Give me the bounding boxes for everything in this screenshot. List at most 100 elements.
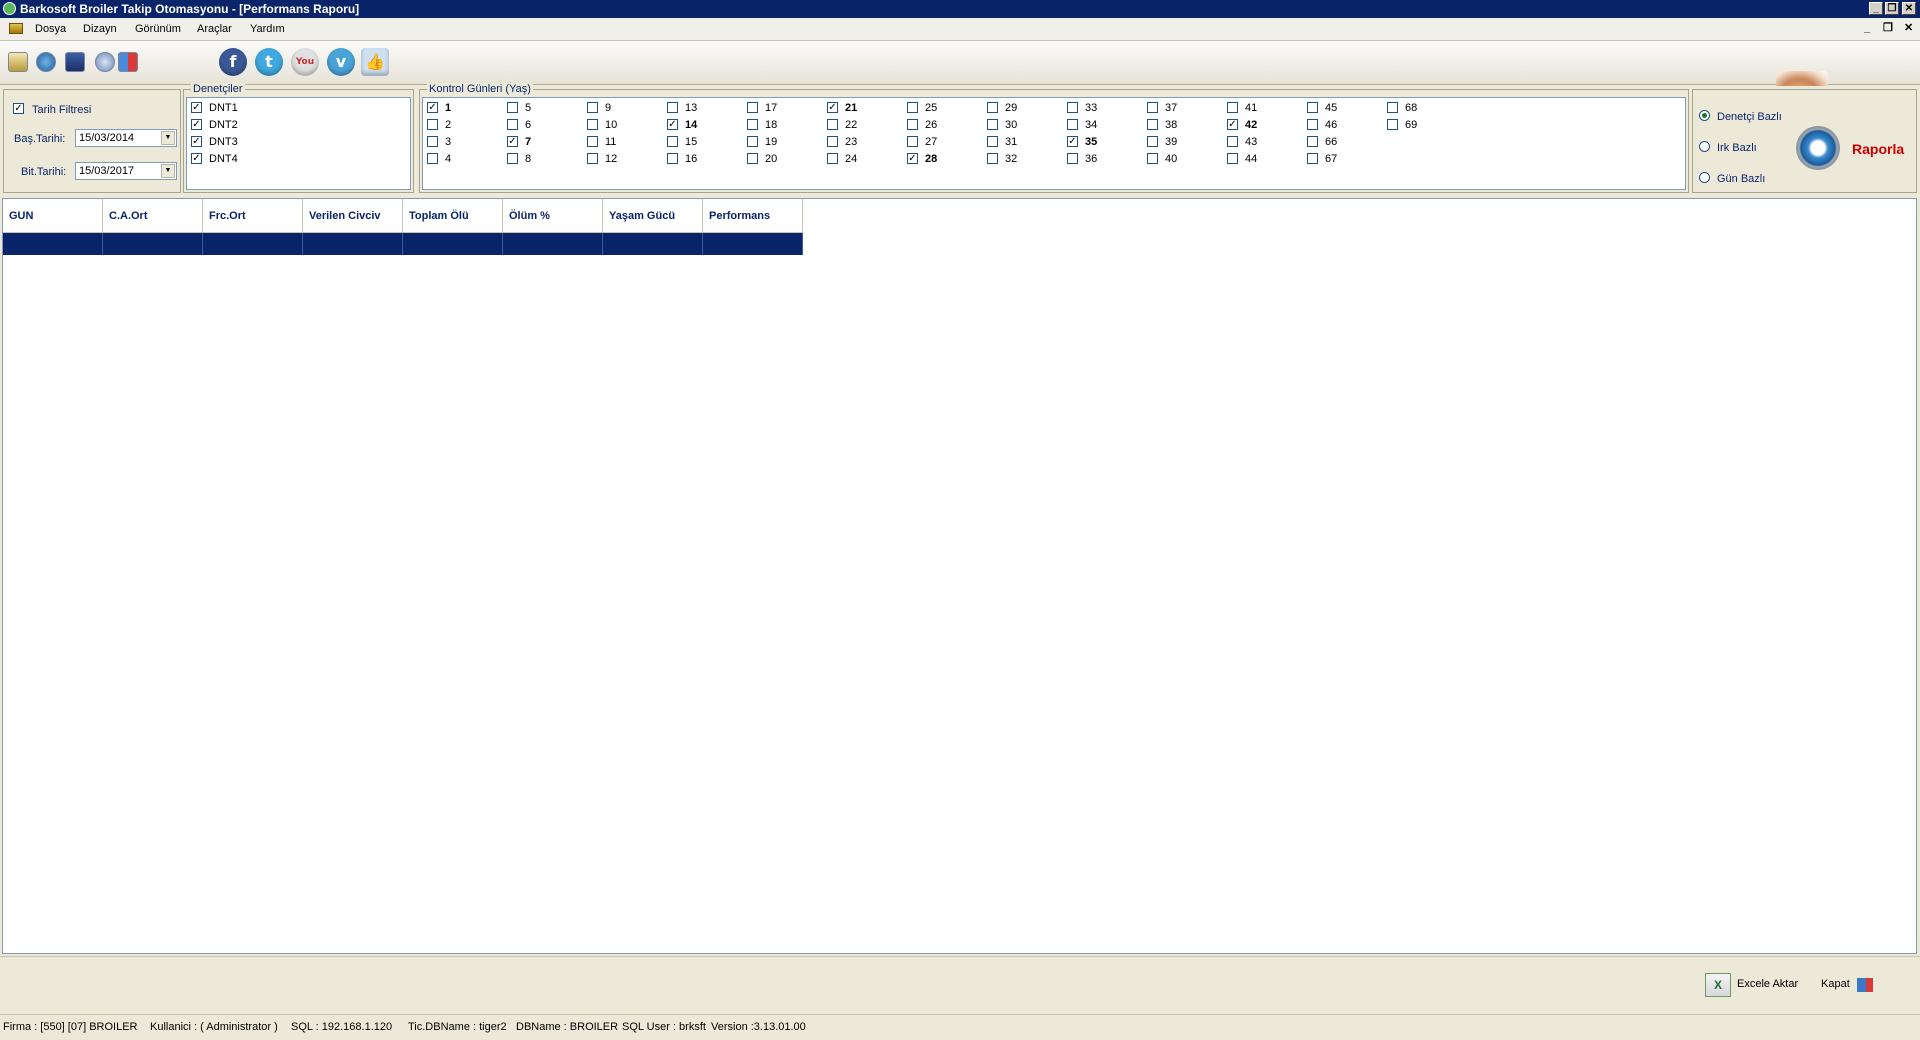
day-checkbox[interactable]: [907, 136, 918, 147]
day-checkbox[interactable]: [587, 119, 598, 130]
close-button[interactable]: ✕: [1902, 2, 1916, 15]
inspector-checkbox[interactable]: ✓: [191, 153, 202, 164]
day-checkbox[interactable]: ✓: [427, 102, 438, 113]
day-checkbox[interactable]: [1227, 102, 1238, 113]
selected-row-cell[interactable]: [103, 233, 203, 255]
column-header[interactable]: Ölüm %: [503, 199, 603, 233]
day-checkbox[interactable]: [1307, 136, 1318, 147]
day-checkbox[interactable]: [507, 153, 518, 164]
day-checkbox[interactable]: [907, 102, 918, 113]
end-date-dropdown-icon[interactable]: ▼: [161, 164, 175, 178]
youtube-icon[interactable]: You: [291, 48, 319, 76]
day-checkbox[interactable]: [427, 153, 438, 164]
menu-dosya[interactable]: Dosya: [35, 18, 66, 40]
day-checkbox[interactable]: [747, 102, 758, 113]
selected-row-cell[interactable]: [503, 233, 603, 255]
day-checkbox[interactable]: [987, 153, 998, 164]
network-icon[interactable]: [95, 52, 115, 72]
selected-row-cell[interactable]: [303, 233, 403, 255]
column-header[interactable]: Toplam Ölü: [403, 199, 503, 233]
day-checkbox[interactable]: [987, 119, 998, 130]
inspector-checkbox[interactable]: ✓: [191, 119, 202, 130]
day-checkbox[interactable]: [1147, 119, 1158, 130]
report-mode-radio[interactable]: [1699, 141, 1710, 152]
day-checkbox[interactable]: [827, 119, 838, 130]
menu-dizayn[interactable]: Dizayn: [83, 18, 117, 40]
menu-gorunum[interactable]: Görünüm: [135, 18, 181, 40]
day-checkbox[interactable]: [667, 136, 678, 147]
day-checkbox[interactable]: [427, 136, 438, 147]
selected-row-cell[interactable]: [3, 233, 103, 255]
day-checkbox[interactable]: ✓: [1227, 119, 1238, 130]
day-checkbox[interactable]: [1067, 153, 1078, 164]
day-checkbox[interactable]: [987, 136, 998, 147]
document-icon[interactable]: [9, 23, 23, 34]
day-checkbox[interactable]: [747, 119, 758, 130]
day-checkbox[interactable]: [1147, 102, 1158, 113]
column-header[interactable]: GUN: [3, 199, 103, 233]
day-checkbox[interactable]: ✓: [507, 136, 518, 147]
inspector-checkbox[interactable]: ✓: [191, 136, 202, 147]
day-checkbox[interactable]: [1387, 102, 1398, 113]
results-grid[interactable]: GUN C.A.Ort Frc.Ort Verilen Civciv Toplam Öl…: [2, 198, 1917, 954]
vimeo-icon[interactable]: v: [327, 48, 355, 76]
day-checkbox[interactable]: [1307, 102, 1318, 113]
day-checkbox[interactable]: ✓: [907, 153, 918, 164]
day-checkbox[interactable]: [1227, 136, 1238, 147]
selected-row-cell[interactable]: [703, 233, 803, 255]
day-checkbox[interactable]: [1147, 153, 1158, 164]
restore-button[interactable]: ❐: [1885, 2, 1899, 15]
column-header[interactable]: Frc.Ort: [203, 199, 303, 233]
exit-icon[interactable]: [118, 52, 138, 72]
mdi-close-button[interactable]: ✕: [1904, 21, 1913, 35]
day-checkbox[interactable]: [907, 119, 918, 130]
report-mode-radio[interactable]: [1699, 110, 1710, 121]
day-checkbox[interactable]: [1067, 119, 1078, 130]
end-date-field[interactable]: 15/03/2017 ▼: [75, 162, 177, 180]
selected-row-cell[interactable]: [603, 233, 703, 255]
menu-yardim[interactable]: Yardım: [250, 18, 285, 40]
like-icon[interactable]: 👍: [361, 48, 389, 76]
day-checkbox[interactable]: [507, 102, 518, 113]
day-checkbox[interactable]: ✓: [1067, 136, 1078, 147]
day-checkbox[interactable]: [1387, 119, 1398, 130]
day-checkbox[interactable]: ✓: [827, 102, 838, 113]
day-checkbox[interactable]: [827, 136, 838, 147]
minimize-button[interactable]: _: [1869, 2, 1883, 15]
users-icon[interactable]: [8, 52, 28, 72]
column-header[interactable]: Verilen Civciv: [303, 199, 403, 233]
day-checkbox[interactable]: [587, 102, 598, 113]
day-checkbox[interactable]: [1307, 119, 1318, 130]
inspector-checkbox[interactable]: ✓: [191, 102, 202, 113]
menu-araclar[interactable]: Araçlar: [197, 18, 232, 40]
day-checkbox[interactable]: [1067, 102, 1078, 113]
day-checkbox[interactable]: [667, 153, 678, 164]
day-checkbox[interactable]: [1307, 153, 1318, 164]
day-checkbox[interactable]: [1227, 153, 1238, 164]
calendar-icon[interactable]: [65, 52, 85, 72]
twitter-icon[interactable]: t: [255, 48, 283, 76]
day-checkbox[interactable]: [827, 153, 838, 164]
column-header[interactable]: Performans: [703, 199, 803, 233]
column-header[interactable]: Yaşam Gücü: [603, 199, 703, 233]
day-checkbox[interactable]: [987, 102, 998, 113]
day-checkbox[interactable]: [747, 153, 758, 164]
column-header[interactable]: C.A.Ort: [103, 199, 203, 233]
day-checkbox[interactable]: [587, 136, 598, 147]
day-checkbox[interactable]: [587, 153, 598, 164]
day-checkbox[interactable]: [747, 136, 758, 147]
selected-row-cell[interactable]: [403, 233, 503, 255]
date-filter-checkbox[interactable]: ✓: [13, 103, 24, 114]
mdi-restore-button[interactable]: ❐: [1883, 21, 1893, 35]
day-checkbox[interactable]: [427, 119, 438, 130]
facebook-icon[interactable]: f: [219, 48, 247, 76]
report-mode-radio[interactable]: [1699, 172, 1710, 183]
start-date-field[interactable]: 15/03/2014 ▼: [75, 129, 177, 147]
start-date-dropdown-icon[interactable]: ▼: [161, 131, 175, 145]
day-checkbox[interactable]: ✓: [667, 119, 678, 130]
day-checkbox[interactable]: [1147, 136, 1158, 147]
day-checkbox[interactable]: [667, 102, 678, 113]
mdi-minimize-button[interactable]: _: [1864, 21, 1870, 35]
close-form-button[interactable]: Kapat: [1821, 971, 1881, 997]
gear-icon[interactable]: [1796, 126, 1840, 170]
